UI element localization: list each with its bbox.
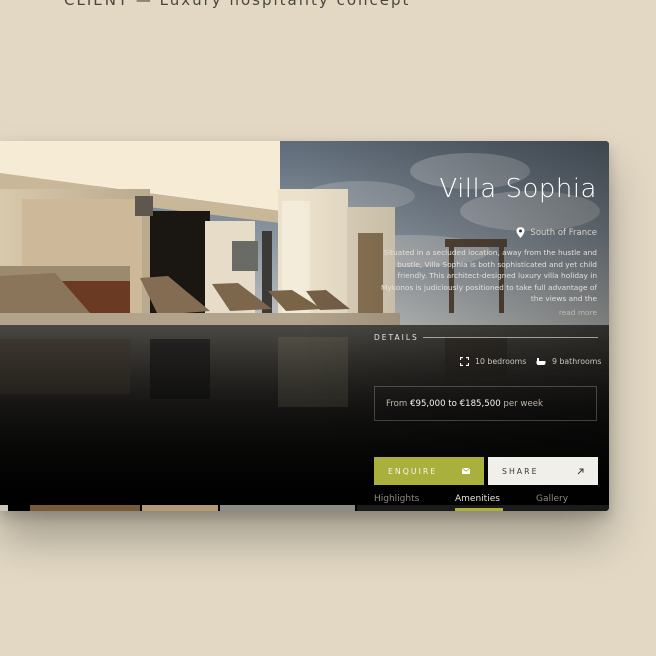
enquire-button[interactable]: ENQUIRE [374, 457, 484, 485]
map-pin-icon [516, 227, 525, 238]
tab-amenities[interactable]: Amenities [455, 494, 500, 504]
bedrooms-stat: 10 bedrooms [460, 357, 526, 366]
bedrooms-label: 10 bedrooms [475, 357, 527, 366]
property-title: Villa Sophia [439, 174, 597, 204]
property-description: Situated in a secluded location, away fr… [380, 248, 597, 304]
gallery-thumbnail[interactable] [220, 505, 355, 511]
price-prefix: From [386, 398, 408, 409]
page-caption: CLIENT — Luxury hospitality concept [64, 0, 411, 9]
bath-icon [536, 358, 546, 365]
gallery-thumbnail[interactable] [30, 505, 140, 511]
share-button-label: SHARE [502, 466, 539, 476]
tab-highlights[interactable]: Highlights [374, 494, 419, 504]
read-more-link[interactable]: read more [559, 308, 597, 317]
active-tab-indicator [455, 508, 503, 511]
section-tabs: Highlights Amenities Gallery [374, 494, 598, 511]
gallery-thumbnail[interactable] [142, 505, 218, 511]
arrow-up-right-icon [577, 468, 584, 474]
details-divider [423, 337, 598, 338]
bathrooms-stat: 9 bathrooms [536, 357, 601, 366]
details-heading: DETAILS [374, 333, 419, 342]
location-label: South of France [530, 227, 597, 238]
property-location: South of France [516, 227, 597, 238]
villa-card: Villa Sophia South of France Situated in… [0, 141, 609, 511]
gallery-thumbnail[interactable] [0, 505, 8, 511]
tab-gallery[interactable]: Gallery [536, 494, 568, 504]
price-suffix: per week [503, 398, 543, 409]
bathrooms-label: 9 bathrooms [552, 357, 602, 366]
envelope-icon [462, 468, 470, 474]
price-range-box: From €95,000 to €185,500 per week [374, 386, 597, 421]
bed-expand-icon [460, 357, 469, 366]
price-range: €95,000 to €185,500 [410, 398, 501, 409]
enquire-button-label: ENQUIRE [388, 466, 438, 476]
share-button[interactable]: SHARE [488, 457, 598, 485]
